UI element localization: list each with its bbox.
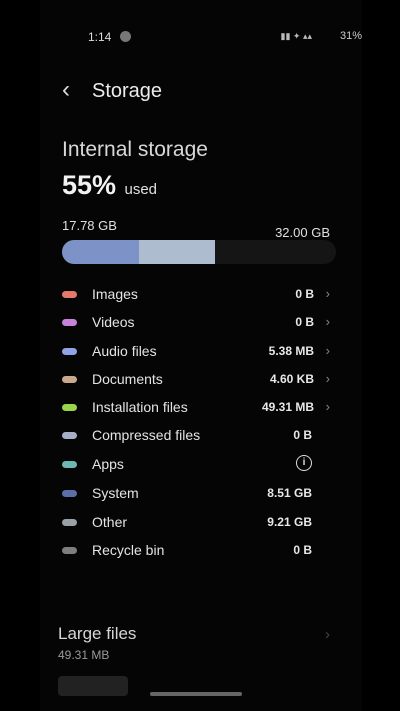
category-label: Videos (92, 314, 135, 330)
category-color-dot (62, 319, 77, 326)
large-files-item[interactable]: Large files 49.31 MB › (58, 624, 340, 662)
category-label: Recycle bin (92, 542, 165, 558)
notification-icon (120, 31, 131, 42)
info-icon[interactable]: i (296, 455, 312, 471)
category-row[interactable]: Audio files 5.38 MB › (62, 340, 338, 364)
category-value: 0 B (293, 543, 312, 557)
category-row[interactable]: Installation files 49.31 MB › (62, 396, 338, 420)
chevron-left-icon[interactable]: ‹ (62, 78, 78, 102)
category-row[interactable]: System 8.51 GB (62, 482, 338, 506)
category-color-dot (62, 490, 77, 497)
chevron-right-icon: › (325, 371, 330, 386)
usage-summary: 55% used (62, 170, 157, 201)
large-files-title: Large files (58, 624, 137, 643)
page-title: Storage (92, 80, 163, 102)
status-time: 1:14 (88, 30, 112, 44)
category-color-dot (62, 376, 77, 383)
category-row[interactable]: Images 0 B › (62, 283, 338, 307)
bar-segment-other (138, 240, 216, 264)
large-files-size: 49.31 MB (58, 648, 110, 662)
category-row[interactable]: Videos 0 B › (62, 311, 338, 335)
category-row[interactable]: Documents 4.60 KB › (62, 368, 338, 392)
chevron-right-icon: › (325, 399, 330, 414)
category-label: Compressed files (92, 427, 201, 443)
used-label: used (124, 181, 158, 198)
category-label: System (92, 485, 139, 501)
status-bar: 1:14 ▮▮ ✦ ▴▴ 31% (88, 28, 362, 46)
thumbnail-preview (58, 676, 128, 696)
internal-storage-label: Internal storage (62, 138, 208, 161)
category-label: Installation files (92, 399, 188, 415)
category-value: 0 B (293, 428, 312, 442)
category-value: 49.31 MB (261, 400, 314, 414)
storage-usage-bar (62, 240, 336, 264)
home-indicator[interactable] (150, 692, 242, 696)
category-value: 0 B (295, 315, 314, 329)
category-row[interactable]: Compressed files 0 B (62, 424, 338, 448)
category-row[interactable]: Other 9.21 GB (62, 511, 338, 535)
category-color-dot (62, 348, 77, 355)
bar-segment-system-apps (62, 240, 139, 264)
category-color-dot (62, 519, 77, 526)
category-label: Documents (92, 371, 163, 387)
category-value: 0 B (295, 287, 314, 301)
category-color-dot (62, 547, 77, 554)
category-label: Other (92, 514, 128, 530)
chevron-right-icon: › (325, 343, 330, 358)
category-row[interactable]: Recycle bin 0 B (62, 539, 338, 563)
used-size: 17.78 GB (62, 218, 117, 233)
category-label: Apps (92, 456, 124, 472)
category-value: 5.38 MB (268, 344, 314, 358)
signal-icon: ▮▮ ✦ ▴▴ (280, 31, 312, 41)
category-color-dot (62, 461, 77, 468)
chevron-right-icon: › (325, 286, 330, 301)
percent-used: 55% (62, 170, 117, 200)
chevron-right-icon: › (325, 626, 330, 643)
category-color-dot (62, 291, 77, 298)
category-value: 8.51 GB (267, 486, 312, 500)
category-color-dot (62, 404, 77, 411)
category-color-dot (62, 432, 77, 439)
total-size: 32.00 GB (275, 225, 330, 240)
battery-level: 31% (339, 30, 362, 42)
category-label: Images (92, 286, 138, 302)
category-value: 9.21 GB (267, 515, 312, 529)
category-label: Audio files (92, 343, 157, 359)
category-row[interactable]: Apps i (62, 453, 338, 477)
category-value: 4.60 KB (269, 372, 314, 386)
chevron-right-icon: › (325, 314, 330, 329)
